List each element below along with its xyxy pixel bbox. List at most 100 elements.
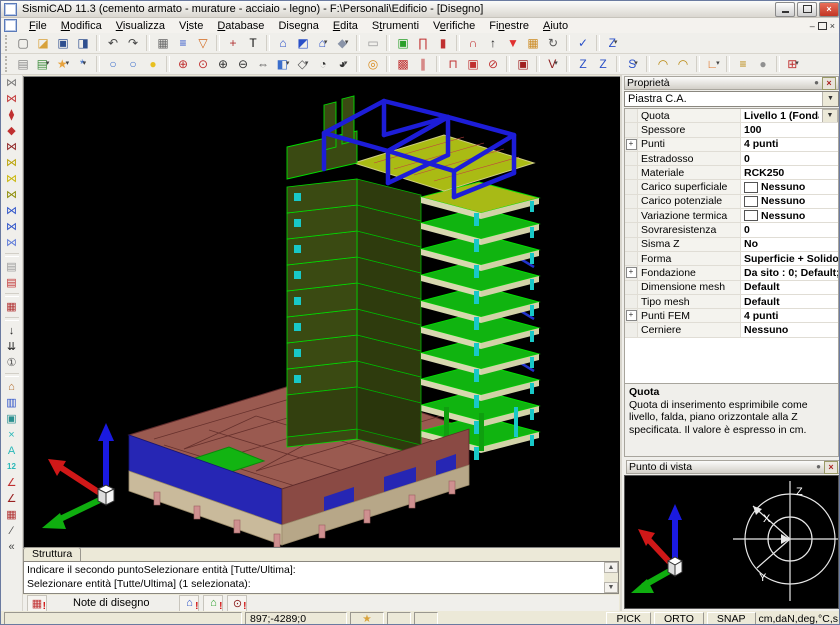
property-row-variazione-termica[interactable]: Variazione termicaNessuno	[625, 209, 838, 223]
property-row-punti[interactable]: +Punti4 punti	[625, 138, 838, 152]
property-value[interactable]: Livello 1 (Fondazior▼	[741, 109, 838, 122]
text-style-button[interactable]: T	[244, 35, 262, 52]
dropdown-arrow-icon[interactable]: ▾	[83, 58, 87, 70]
drawing-canvas[interactable]	[23, 76, 621, 548]
dropdown-arrow-icon[interactable]: ▾	[614, 37, 618, 49]
rotate-view-button[interactable]: ◔	[314, 56, 332, 73]
menu-item-aiuto[interactable]: Aiuto	[536, 19, 575, 33]
expander-icon[interactable]: +	[625, 309, 638, 322]
frame-generate-button[interactable]: ⌂▾	[314, 35, 332, 52]
properties-close-icon[interactable]: ×	[822, 77, 836, 90]
notes-frame-green-button[interactable]: ⌂!	[203, 595, 223, 612]
viewpoint-canvas[interactable]: Z X Y	[624, 475, 839, 609]
menu-item-edita[interactable]: Edita	[326, 19, 365, 33]
layer-stack-grey-button[interactable]: ▤	[3, 259, 20, 275]
dropdown-arrow-icon[interactable]: ▾	[344, 58, 348, 70]
number-12-button[interactable]: 12	[3, 459, 20, 475]
cabinet-red-button[interactable]: ▦	[3, 299, 20, 315]
partition-button[interactable]: +	[224, 35, 242, 52]
steel-s-button[interactable]: S▾	[624, 56, 642, 73]
image-view-button[interactable]: ▩	[394, 56, 412, 73]
measure-triangle-button[interactable]: ∟▾	[704, 56, 722, 73]
dropdown-arrow-icon[interactable]: ▾	[286, 58, 290, 70]
menu-item-viste[interactable]: Viste	[172, 19, 210, 33]
restraint-red-2-button[interactable]: ⧫	[3, 107, 20, 123]
property-value[interactable]: 100	[741, 123, 838, 136]
value-dropdown-icon[interactable]: ▼	[822, 109, 838, 122]
wall-panel-button[interactable]: ▣	[514, 56, 532, 73]
lamp-off-1-button[interactable]: ○	[104, 56, 122, 73]
solid-view-button[interactable]: ◆▾	[334, 35, 352, 52]
undo-button[interactable]: ↶	[104, 35, 122, 52]
bridge-button[interactable]: ∏	[414, 35, 432, 52]
property-value[interactable]: Nessuno	[741, 195, 838, 208]
restraint-dark-red-button[interactable]: ⋈	[3, 139, 20, 155]
dropdown-arrow-icon[interactable]: ▾	[305, 58, 309, 70]
layer-stack-red-button[interactable]: ▤	[3, 275, 20, 291]
property-row-punti-fem[interactable]: +Punti FEM4 punti	[625, 309, 838, 323]
expand-plus-icon[interactable]: +	[626, 310, 637, 321]
arch-2-button[interactable]: ◠	[674, 56, 692, 73]
hinge-button[interactable]: ⊘	[484, 56, 502, 73]
restraint-yellow-2-button[interactable]: ⋈	[3, 171, 20, 187]
dropdown-arrow-icon[interactable]: ▾	[66, 58, 70, 70]
new-file-button[interactable]: ▢	[14, 35, 32, 52]
property-row-carico-potenziale[interactable]: Carico potenzialeNessuno	[625, 195, 838, 209]
tab-struttura[interactable]: Struttura	[23, 547, 81, 561]
steel-z-2-button[interactable]: Z	[594, 56, 612, 73]
property-value[interactable]: Nessuno	[741, 323, 838, 336]
menu-item-database[interactable]: Database	[210, 19, 271, 33]
plumb-button[interactable]: ▽	[194, 35, 212, 52]
scale-x-button[interactable]: ×	[3, 427, 20, 443]
menu-item-finestre[interactable]: Finestre	[482, 19, 536, 33]
menu-item-strumenti[interactable]: Strumenti	[365, 19, 426, 33]
checkbox[interactable]	[744, 182, 758, 193]
property-row-carico-superficiale[interactable]: Carico superficialeNessuno	[625, 180, 838, 194]
restraint-yellow-1-button[interactable]: ⋈	[3, 155, 20, 171]
property-row-cerniere[interactable]: CerniereNessuno	[625, 323, 838, 337]
property-row-tipo-mesh[interactable]: Tipo meshDefault	[625, 295, 838, 309]
property-value[interactable]: 0	[741, 223, 838, 236]
restraint-blue-1-button[interactable]: ⋈	[3, 203, 20, 219]
moment-curve-button[interactable]: ∩	[464, 35, 482, 52]
command-scrollbar[interactable]: ▲ ▼	[604, 562, 618, 593]
open-folder-button[interactable]: ◪	[34, 35, 52, 52]
dropdown-arrow-icon[interactable]: ▾	[716, 58, 720, 70]
zoom-previous-button[interactable]: ⊙	[194, 56, 212, 73]
scroll-down-icon[interactable]: ▼	[604, 582, 618, 593]
close-button[interactable]: ×	[819, 2, 839, 17]
restraint-olive-button[interactable]: ⋈	[3, 187, 20, 203]
expander-icon[interactable]: +	[625, 138, 638, 151]
property-value[interactable]: 4 punti	[741, 138, 838, 151]
property-row-spessore[interactable]: Spessore100	[625, 123, 838, 137]
arch-1-button[interactable]: ◠	[654, 56, 672, 73]
exec-table-button[interactable]: ⊞▾	[784, 56, 802, 73]
property-row-forma[interactable]: FormaSuperficie + Solido	[625, 252, 838, 266]
chevron-collapse-button[interactable]: «	[3, 539, 20, 555]
menu-item-verifiche[interactable]: Verifiche	[426, 19, 482, 33]
snap-toggle[interactable]: SNAP	[707, 612, 756, 625]
restraint-blue-2-button[interactable]: ⋈	[3, 219, 20, 235]
frame-view-button[interactable]: ⌂	[274, 35, 292, 52]
check-angle-2-button[interactable]: ∠	[3, 491, 20, 507]
restraint-red-1-button[interactable]: ⋈	[3, 91, 20, 107]
check-entities-button[interactable]: ✓	[574, 35, 592, 52]
gold-stack-button[interactable]: ≡	[734, 56, 752, 73]
rotate-view-2-button[interactable]: ◕▾	[334, 56, 352, 73]
mdi-close-button[interactable]: ×	[830, 21, 835, 31]
redo-button[interactable]: ↷	[124, 35, 142, 52]
point-load-button[interactable]: ↓	[3, 323, 20, 339]
expander-icon[interactable]: +	[625, 266, 638, 279]
import-model-button[interactable]: ◨	[74, 35, 92, 52]
layers-new-button[interactable]: ▤▾	[34, 56, 52, 73]
restore-button[interactable]	[797, 2, 817, 17]
pin-icon[interactable]: ●	[811, 78, 822, 88]
rock-button[interactable]: ●	[754, 56, 772, 73]
layers-button[interactable]: ▤	[14, 56, 32, 73]
viewpoint-close-icon[interactable]: ×	[824, 461, 838, 474]
steel-z-1-button[interactable]: Z	[574, 56, 592, 73]
viewpoint-pin-icon[interactable]: ●	[813, 462, 824, 472]
dropdown-arrow-icon[interactable]: ▾	[324, 37, 328, 49]
menu-item-disegna[interactable]: Disegna	[271, 19, 325, 33]
dropdown-arrow-icon[interactable]: ▾	[554, 58, 558, 70]
